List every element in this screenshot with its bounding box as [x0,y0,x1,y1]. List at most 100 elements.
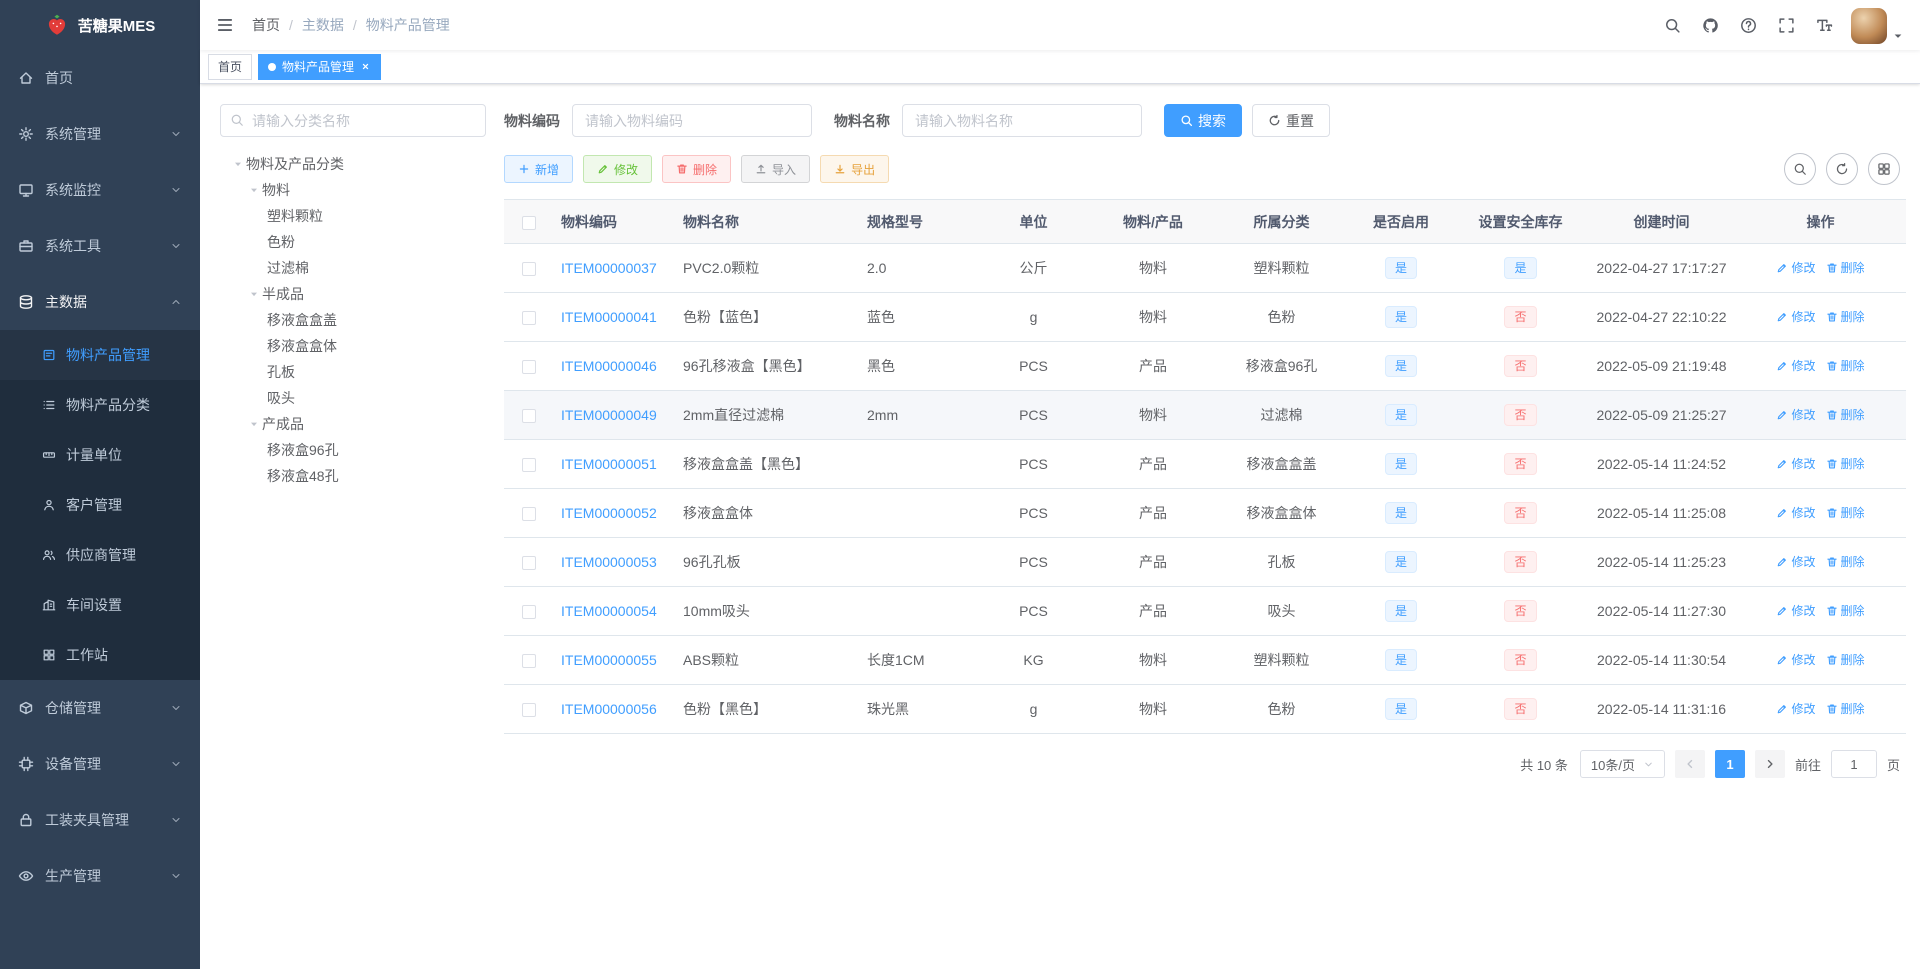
edit-row-link[interactable]: 修改 [1776,602,1816,619]
sidebar-item-material-product-mgmt[interactable]: 物料产品管理 [0,330,200,380]
tree-node[interactable]: 移液盒48孔 [220,463,486,489]
row-checkbox[interactable] [521,703,536,718]
page-number-button[interactable]: 1 [1714,750,1745,778]
material-code-link[interactable]: ITEM00000055 [561,652,657,668]
sidebar-item-system-monitor[interactable]: 系统监控 [0,162,200,218]
navbar-github-button[interactable] [1691,0,1729,50]
delete-row-link[interactable]: 删除 [1826,455,1865,472]
user-menu[interactable] [1843,0,1914,50]
row-checkbox[interactable] [521,311,536,326]
toggle-search-button[interactable] [1784,153,1816,185]
tree-node[interactable]: 物料及产品分类 [220,151,486,177]
delete-row-link[interactable]: 删除 [1826,651,1865,668]
tab-close-icon[interactable] [360,61,371,72]
delete-row-link[interactable]: 删除 [1826,602,1865,619]
row-checkbox[interactable] [521,654,536,669]
sidebar-item-fixture-mgmt[interactable]: 工装夹具管理 [0,792,200,848]
next-page-button[interactable] [1754,750,1785,778]
sidebar-item-material-product-category[interactable]: 物料产品分类 [0,380,200,430]
sidebar-item-supplier-mgmt[interactable]: 供应商管理 [0,530,200,580]
search-button[interactable]: 搜索 [1164,104,1242,137]
edit-row-link[interactable]: 修改 [1776,700,1816,717]
material-code-link[interactable]: ITEM00000041 [561,309,657,325]
sidebar-item-system-tools[interactable]: 系统工具 [0,218,200,274]
sidebar-item-workstation[interactable]: 工作站 [0,630,200,680]
tree-node[interactable]: 物料 [220,177,486,203]
material-code-link[interactable]: ITEM00000053 [561,554,657,570]
goto-page-input[interactable] [1830,750,1877,778]
select-all-checkbox[interactable] [521,215,536,230]
hamburger-button[interactable] [200,0,250,50]
sidebar-item-home[interactable]: 首页 [0,50,200,106]
delete-row-link[interactable]: 删除 [1826,308,1865,325]
sidebar-item-equipment-mgmt[interactable]: 设备管理 [0,736,200,792]
edit-row-link[interactable]: 修改 [1776,259,1816,276]
row-checkbox[interactable] [521,409,536,424]
navbar-search-button[interactable] [1653,0,1691,50]
material-code-link[interactable]: ITEM00000037 [561,260,657,276]
tree-node[interactable]: 吸头 [220,385,486,411]
prev-page-button[interactable] [1674,750,1705,778]
import-button[interactable]: 导入 [741,155,811,183]
tree-node[interactable]: 塑料颗粒 [220,203,486,229]
sidebar-item-workshop-settings[interactable]: 车间设置 [0,580,200,630]
edit-row-link[interactable]: 修改 [1776,357,1816,374]
material-code-link[interactable]: ITEM00000046 [561,358,657,374]
delete-button[interactable]: 删除 [662,155,732,183]
tree-node[interactable]: 过滤棉 [220,255,486,281]
sidebar-item-measure-unit[interactable]: 计量单位 [0,430,200,480]
edit-row-link[interactable]: 修改 [1776,553,1816,570]
edit-row-link[interactable]: 修改 [1776,455,1816,472]
material-code-link[interactable]: ITEM00000051 [561,456,657,472]
tree-node[interactable]: 孔板 [220,359,486,385]
export-button[interactable]: 导出 [820,155,890,183]
row-checkbox[interactable] [521,458,536,473]
material-code-link[interactable]: ITEM00000049 [561,407,657,423]
sidebar-item-warehouse-mgmt[interactable]: 仓储管理 [0,680,200,736]
delete-row-link[interactable]: 删除 [1826,700,1865,717]
edit-row-link[interactable]: 修改 [1776,504,1816,521]
material-code-link[interactable]: ITEM00000056 [561,701,657,717]
delete-row-link[interactable]: 删除 [1826,357,1865,374]
sidebar-item-master-data[interactable]: 主数据 [0,274,200,330]
edit-row-link[interactable]: 修改 [1776,651,1816,668]
material-name-input[interactable] [902,104,1142,137]
breadcrumb-item[interactable]: 物料产品管理 [366,15,450,35]
page-size-select[interactable]: 10条/页 [1579,750,1665,778]
tab-material-product[interactable]: 物料产品管理 [258,53,382,80]
delete-row-link[interactable]: 删除 [1826,406,1865,423]
tab-home[interactable]: 首页 [208,53,253,80]
add-button[interactable]: 新增 [504,155,574,183]
tree-node[interactable]: 移液盒盒体 [220,333,486,359]
sidebar-item-customer-mgmt[interactable]: 客户管理 [0,480,200,530]
app-logo[interactable]: 苦糖果MES [0,0,200,50]
material-code-input[interactable] [572,104,812,137]
material-code-link[interactable]: ITEM00000052 [561,505,657,521]
sidebar-item-production-mgmt[interactable]: 生产管理 [0,848,200,904]
tree-node[interactable]: 产成品 [220,411,486,437]
reset-button[interactable]: 重置 [1252,104,1330,137]
edit-button[interactable]: 修改 [583,155,653,183]
tree-node[interactable]: 移液盒盒盖 [220,307,486,333]
navbar-font-size-button[interactable] [1805,0,1843,50]
delete-row-link[interactable]: 删除 [1826,259,1865,276]
delete-row-link[interactable]: 删除 [1826,504,1865,521]
row-checkbox[interactable] [521,360,536,375]
navbar-fullscreen-button[interactable] [1767,0,1805,50]
tree-node[interactable]: 半成品 [220,281,486,307]
columns-button[interactable] [1868,153,1900,185]
material-code-link[interactable]: ITEM00000054 [561,603,657,619]
tree-node[interactable]: 色粉 [220,229,486,255]
breadcrumb-item[interactable]: 主数据 [302,15,344,35]
edit-row-link[interactable]: 修改 [1776,406,1816,423]
row-checkbox[interactable] [521,262,536,277]
tree-node[interactable]: 移液盒96孔 [220,437,486,463]
sidebar-item-system-mgmt[interactable]: 系统管理 [0,106,200,162]
row-checkbox[interactable] [521,556,536,571]
navbar-help-button[interactable] [1729,0,1767,50]
delete-row-link[interactable]: 删除 [1826,553,1865,570]
category-search-input[interactable] [220,104,486,137]
row-checkbox[interactable] [521,605,536,620]
edit-row-link[interactable]: 修改 [1776,308,1816,325]
row-checkbox[interactable] [521,507,536,522]
